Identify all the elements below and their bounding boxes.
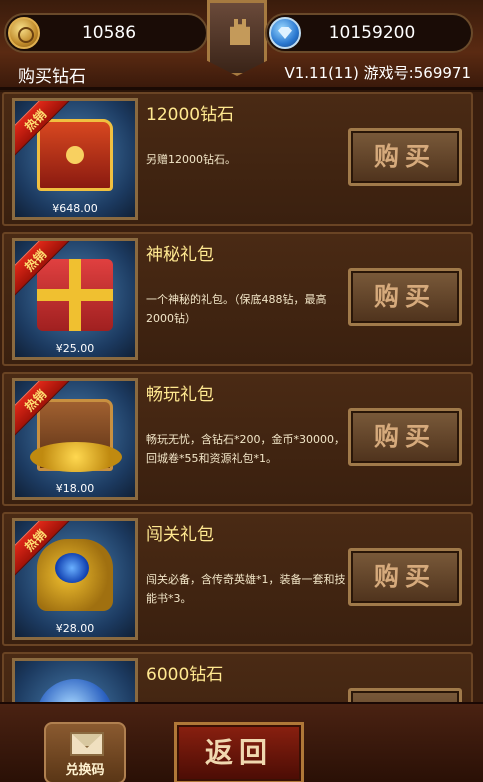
product-price: ¥648.00	[52, 202, 98, 215]
redeem-code-label: 兑换码	[65, 763, 105, 778]
product-title: 闯关礼包	[146, 525, 214, 545]
gold-coin-chest-icon	[30, 399, 122, 472]
product-title: 畅玩礼包	[146, 385, 214, 405]
product-list[interactable]: 热销 ¥648.00 12000钻石 另赠12000钻石。 购买 热销 ¥25.…	[0, 92, 483, 702]
page-title: 购买钻石	[18, 67, 86, 87]
product-price: ¥25.00	[55, 342, 95, 355]
diamond-counter: 10159200	[265, 13, 473, 53]
bottom-bar: 兑换码 返回	[0, 702, 483, 782]
redeem-code-button[interactable]: 兑换码	[44, 722, 126, 782]
product-thumbnail: 热销 ¥18.00	[12, 378, 138, 500]
diamond-value: 10159200	[328, 23, 416, 43]
product-title: 6000钻石	[146, 665, 224, 685]
product-price: ¥18.00	[55, 482, 95, 495]
buy-button[interactable]: 购买	[348, 268, 462, 326]
product-item: 6000钻石	[2, 652, 473, 702]
product-item: 热销 ¥648.00 12000钻石 另赠12000钻石。 购买	[2, 92, 473, 226]
product-thumbnail: 热销 ¥28.00	[12, 518, 138, 640]
envelope-icon	[70, 732, 104, 756]
buy-button[interactable]: 购买	[348, 548, 462, 606]
product-item: 热销 ¥28.00 闯关礼包 闯关必备，含传奇英雄*1，装备一套和技能书*3。 …	[2, 512, 473, 646]
gem-treasure-icon	[37, 539, 113, 611]
buy-button[interactable]: 购买	[348, 408, 462, 466]
product-thumbnail: 热销 ¥648.00	[12, 98, 138, 220]
product-description: 另赠12000钻石。	[146, 153, 236, 166]
product-thumbnail	[12, 658, 138, 702]
product-price: ¥28.00	[55, 622, 95, 635]
gold-counter: 10586	[4, 13, 208, 53]
product-thumbnail: 热销 ¥25.00	[12, 238, 138, 360]
buy-button[interactable]	[348, 688, 462, 702]
diamond-icon	[37, 679, 113, 702]
product-description: 畅玩无忧，含钻石*200，金币*30000，回城卷*55和资源礼包*1。	[146, 433, 345, 465]
castle-emblem-icon	[207, 0, 267, 76]
product-title: 12000钻石	[146, 105, 235, 125]
product-item: 热销 ¥25.00 神秘礼包 一个神秘的礼包。（保底488钻，最高2000钻） …	[2, 232, 473, 366]
product-description: 闯关必备，含传奇英雄*1，装备一套和技能书*3。	[146, 573, 346, 605]
product-title: 神秘礼包	[146, 245, 214, 265]
buy-button[interactable]: 购买	[348, 128, 462, 186]
treasure-chest-icon	[37, 119, 113, 191]
gift-box-icon	[37, 259, 113, 331]
product-item: 热销 ¥18.00 畅玩礼包 畅玩无忧，含钻石*200，金币*30000，回城卷…	[2, 372, 473, 506]
product-description: 一个神秘的礼包。（保底488钻，最高2000钻）	[146, 293, 327, 325]
version-label: V1.11(11) 游戏号:569971	[284, 64, 471, 82]
top-bar: 10586 10159200 购买钻石 V1.11(11) 游戏号:569971	[0, 0, 483, 90]
back-button[interactable]: 返回	[174, 722, 304, 782]
gold-value: 10586	[81, 23, 137, 43]
